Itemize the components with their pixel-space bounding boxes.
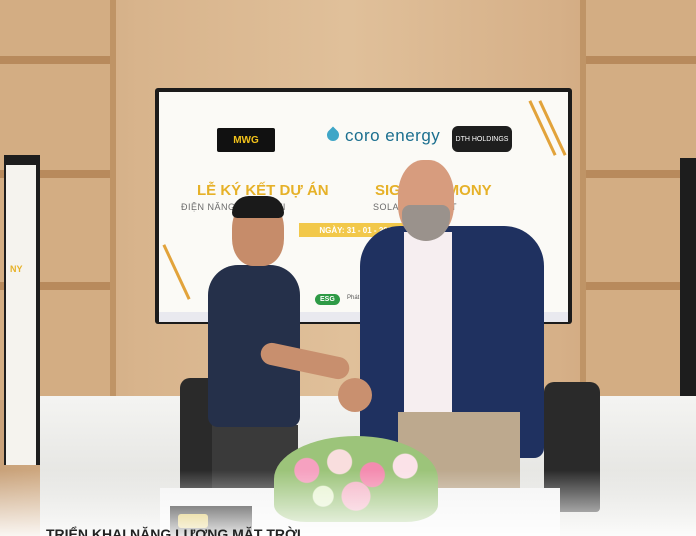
drop-icon (324, 126, 342, 144)
shelf-board (0, 56, 110, 64)
caption: TRIỂN KHAI NĂNG LƯỢNG MẶT TRỜI (46, 526, 301, 536)
mwg-logo: MWG (217, 128, 275, 152)
man-left-hair (232, 196, 284, 218)
left-display-screen: NY (6, 165, 36, 465)
esg-badge: ESG (315, 294, 340, 305)
coro-energy-logo: coro energy (324, 126, 441, 146)
decor-stripe (162, 244, 191, 300)
shelf-board (586, 56, 696, 64)
handshake (338, 378, 372, 412)
photo: MWG coro energy DTH HOLDINGS LỄ KÝ KẾT D… (0, 0, 696, 536)
left-display-stand: NY (4, 155, 40, 465)
man-right-shirt (404, 232, 452, 412)
stand-text: NY (10, 264, 23, 274)
coro-logo-text: coro energy (345, 126, 441, 145)
dth-holdings-logo: DTH HOLDINGS (452, 126, 512, 152)
